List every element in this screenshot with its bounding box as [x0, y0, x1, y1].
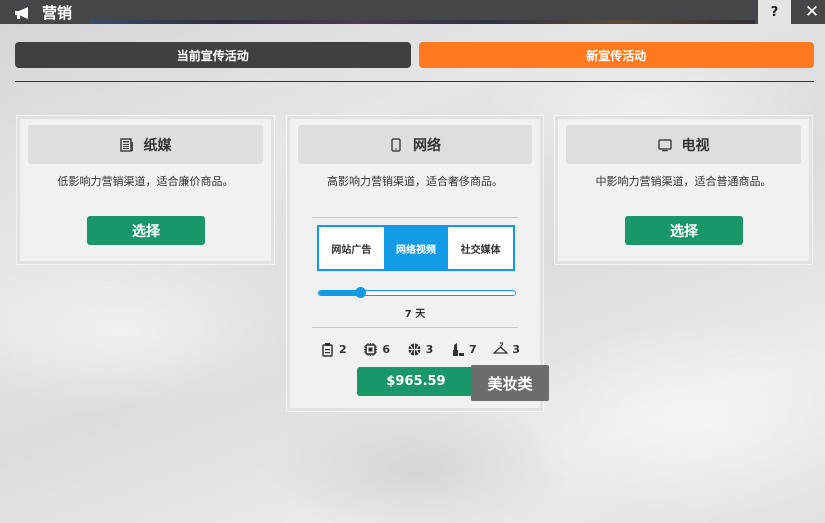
option-online-video[interactable]: 网络视频 — [383, 227, 449, 269]
title-strip — [90, 20, 755, 24]
divider — [15, 81, 814, 82]
hanger-icon — [493, 341, 509, 354]
channel-description: 中影响力营销渠道，适合普通商品。 — [595, 175, 772, 188]
duration-label: 7 天 — [404, 309, 426, 320]
help-button[interactable]: ? — [758, 0, 791, 24]
clipboard-icon — [322, 342, 333, 357]
channel-name: 纸媒 — [143, 137, 172, 154]
channel-description: 高影响力营销渠道，适合奢侈商品。 — [327, 175, 503, 188]
tab-current-campaigns[interactable]: 当前宣传活动 — [15, 42, 411, 68]
stat-tooltip: 美妆类 — [471, 365, 549, 401]
stat-item[interactable]: 3 — [407, 340, 434, 358]
select-tv-button[interactable]: 选择 — [625, 216, 743, 245]
newspaper-icon — [119, 137, 133, 152]
channel-name: 电视 — [681, 137, 710, 154]
stat-item[interactable]: 2 — [320, 340, 347, 358]
channel-card-print: 纸媒 低影响力营销渠道，适合廉价商品。 选择 — [17, 116, 274, 264]
stat-value: 7 — [468, 342, 477, 356]
demographic-stats: 2 6 3 7 3 — [320, 340, 520, 358]
channel-card-tv: 电视 中影响力营销渠道，适合普通商品。 选择 — [555, 116, 812, 264]
card-header: 网络 — [298, 125, 532, 164]
stat-value: 2 — [339, 342, 347, 356]
smartphone-icon — [391, 137, 401, 152]
stat-item[interactable]: 3 — [493, 340, 520, 358]
separator — [312, 327, 518, 328]
megaphone-icon — [14, 5, 32, 19]
online-option-selector: 网站广告 网络视频 社交媒体 — [317, 225, 515, 271]
title-bar: 营销 ? ✕ — [0, 0, 825, 24]
select-print-button[interactable]: 选择 — [87, 216, 205, 245]
slider-thumb[interactable] — [355, 287, 367, 298]
option-website-ads[interactable]: 网站广告 — [319, 227, 384, 269]
chip-icon — [364, 342, 378, 356]
stat-item[interactable]: 7 — [450, 340, 477, 358]
campaign-tabs: 当前宣传活动 新宣传活动 — [15, 42, 814, 68]
purchase-campaign-button[interactable]: $965.59 — [357, 367, 475, 396]
separator — [312, 217, 518, 218]
window-title: 营销 — [42, 3, 73, 22]
channel-name: 网络 — [413, 137, 441, 154]
stat-value: 3 — [425, 342, 434, 356]
basketball-icon — [408, 343, 421, 355]
tab-new-campaign[interactable]: 新宣传活动 — [418, 42, 814, 68]
card-header: 纸媒 — [28, 125, 263, 164]
duration-slider[interactable] — [318, 287, 516, 298]
slider-fill — [319, 291, 361, 295]
lipstick-icon — [452, 342, 464, 356]
close-button[interactable]: ✕ — [799, 0, 825, 24]
option-social-media[interactable]: 社交媒体 — [448, 227, 513, 269]
tv-icon — [657, 138, 672, 151]
card-header: 电视 — [566, 125, 801, 164]
stat-value: 6 — [382, 342, 390, 356]
stat-value: 3 — [512, 342, 520, 356]
channel-description: 低影响力营销渠道，适合廉价商品。 — [57, 175, 234, 188]
stat-item[interactable]: 6 — [363, 340, 390, 358]
